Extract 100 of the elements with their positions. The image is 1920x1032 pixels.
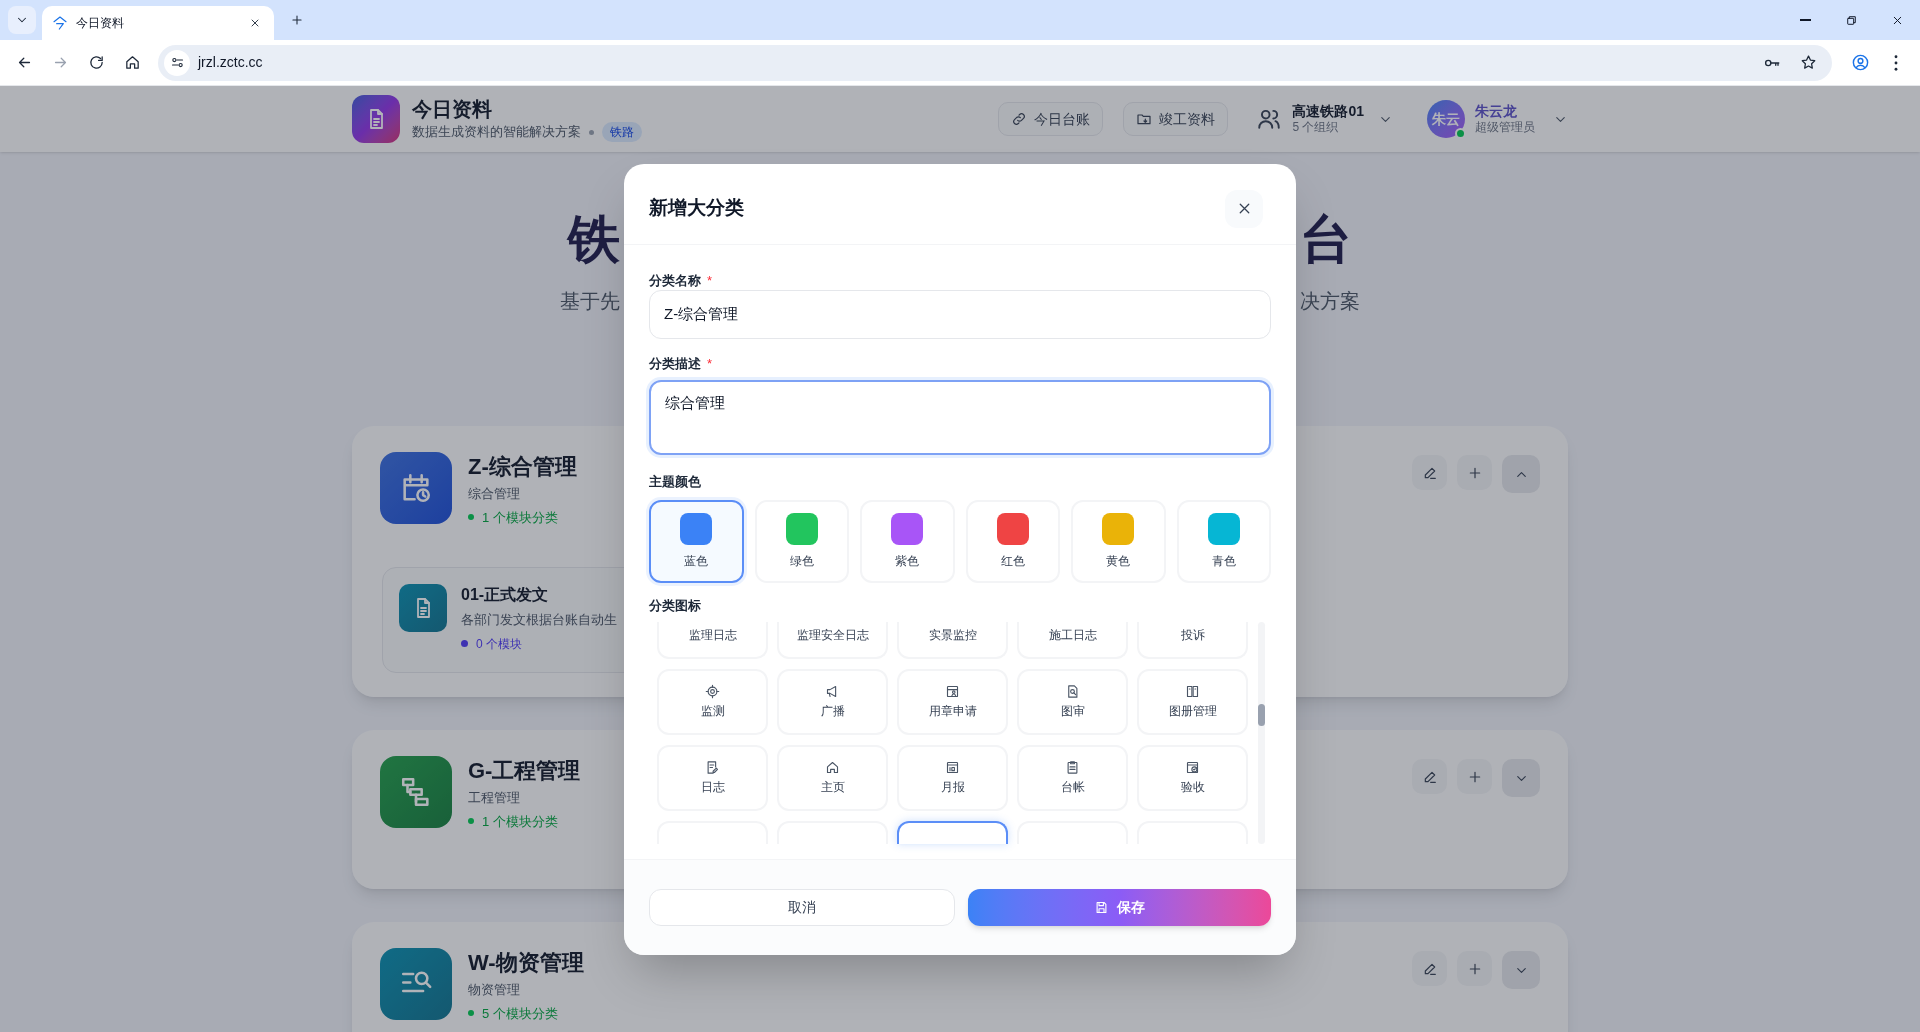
subcategory-description: 各部门发文根据台账自动生: [461, 611, 617, 629]
expand-toggle-button[interactable]: [1502, 455, 1540, 493]
folder-icon: [1136, 111, 1153, 127]
cancel-button[interactable]: 取消: [649, 888, 955, 926]
hero-title: 台: [1300, 210, 1352, 268]
minimize-icon: [1799, 19, 1811, 21]
address-bar[interactable]: jrzl.zctc.cc: [158, 44, 1832, 81]
color-option[interactable]: 蓝色: [649, 499, 744, 583]
document-search-icon: [1065, 683, 1080, 699]
dialog-title: 新增大分类: [649, 196, 745, 221]
field-label: 分类描述: [649, 354, 701, 373]
module-count: 0 个模块: [476, 635, 522, 653]
icon-option[interactable]: 主页: [777, 744, 888, 811]
subcategory-title: 01-正式发文: [461, 585, 550, 605]
app-name: 今日资料: [412, 97, 493, 122]
add-button[interactable]: [1457, 455, 1492, 490]
star-icon: [1799, 54, 1817, 71]
icon-option[interactable]: [897, 820, 1008, 844]
save-icon: [1093, 899, 1109, 915]
category-title: Z-综合管理: [468, 453, 577, 481]
home-icon: [123, 54, 141, 71]
home-icon: [825, 759, 840, 775]
browser-tab[interactable]: 今日资料: [42, 6, 274, 40]
field-label: 分类图标: [649, 596, 701, 615]
required-mark: *: [707, 354, 713, 373]
close-icon: [249, 17, 261, 29]
required-mark: *: [707, 271, 713, 290]
nav-button[interactable]: 竣工资料: [1123, 102, 1229, 136]
name-field[interactable]: Z-综合管理: [649, 289, 1271, 339]
document-edit-icon: [705, 759, 720, 775]
site-settings-button[interactable]: [164, 49, 190, 76]
category-title: W-物资管理: [468, 949, 584, 977]
nav-button[interactable]: 今日台账: [998, 102, 1104, 136]
category-description: 物资管理: [468, 981, 521, 999]
icon-option[interactable]: 投诉: [1137, 621, 1248, 659]
user-role: 超级管理员: [1475, 119, 1535, 135]
tab-title: 今日资料: [76, 15, 125, 32]
module-count: 1 个模块分类: [482, 812, 558, 831]
stamp-document-icon: [945, 683, 960, 699]
book-icon: [1185, 683, 1200, 699]
industry-tag: 铁路: [602, 122, 642, 142]
document-check-icon: [1185, 759, 1200, 775]
sliders-icon: [169, 55, 185, 70]
field-label: 主题颜色: [649, 472, 701, 491]
icon-option[interactable]: 月报: [897, 744, 1008, 811]
icon-option[interactable]: 图册管理: [1137, 668, 1248, 735]
hero-title: 铁: [568, 210, 620, 268]
icon-option[interactable]: 日志: [657, 744, 768, 811]
user-menu[interactable]: 朱云 朱云龙 超级管理员: [1427, 100, 1568, 138]
app-tagline: 数据生成资料的智能解决方案: [412, 123, 581, 142]
scrollbar[interactable]: [1258, 621, 1265, 844]
organization-count: 5 个组织: [1292, 119, 1340, 135]
color-option[interactable]: 绿色: [754, 499, 849, 583]
icon-option[interactable]: 监测: [657, 668, 768, 735]
color-option[interactable]: 青色: [1176, 499, 1271, 583]
calendar-icon: [945, 759, 960, 775]
url-text: jrzl.zctc.cc: [198, 53, 264, 72]
description-field[interactable]: 综合管理: [649, 379, 1271, 455]
icon-option[interactable]: 施工日志: [1017, 621, 1128, 659]
close-button[interactable]: [1225, 189, 1263, 228]
add-button[interactable]: [1457, 759, 1492, 794]
restore-icon: [1844, 13, 1858, 27]
field-label: 分类名称: [649, 271, 701, 290]
expand-toggle-button[interactable]: [1502, 951, 1540, 989]
organization-name: 高速铁路01: [1292, 103, 1364, 119]
edit-button[interactable]: [1412, 759, 1447, 794]
module-count: 1 个模块分类: [482, 508, 558, 527]
hero-subtitle: 决方案: [1300, 290, 1360, 312]
icon-option[interactable]: 验收: [1137, 744, 1248, 811]
add-button[interactable]: [1457, 951, 1492, 986]
icon-option[interactable]: 广播: [777, 668, 888, 735]
user-name: 朱云龙: [1475, 103, 1518, 119]
category-description: 工程管理: [468, 789, 521, 807]
reload-icon: [87, 54, 105, 71]
category-title: G-工程管理: [468, 757, 581, 785]
save-button[interactable]: 保存: [967, 888, 1271, 926]
hero-subtitle: 基于先: [560, 290, 620, 312]
module-count: 5 个模块分类: [482, 1004, 558, 1023]
clipboard-icon: [1065, 759, 1080, 775]
edit-button[interactable]: [1412, 951, 1447, 986]
color-option[interactable]: 红色: [965, 499, 1060, 583]
link-icon: [1011, 111, 1028, 127]
profile-icon: [1850, 53, 1870, 72]
user-avatar: 朱云: [1427, 100, 1465, 138]
edit-button[interactable]: [1412, 455, 1447, 490]
color-option[interactable]: 紫色: [860, 499, 955, 583]
icon-option[interactable]: 监理安全日志: [777, 621, 888, 659]
icon-option[interactable]: 监理日志: [657, 621, 768, 659]
category-description: 综合管理: [468, 485, 521, 503]
icon-option[interactable]: 台帐: [1017, 744, 1128, 811]
site-logo-icon: [52, 15, 68, 31]
color-option[interactable]: 黄色: [1071, 499, 1166, 583]
more-icon: [1894, 54, 1898, 71]
organization-switcher[interactable]: 高速铁路01 5 个组织: [1256, 103, 1393, 135]
icon-option[interactable]: 用章申请: [897, 668, 1008, 735]
expand-toggle-button[interactable]: [1502, 759, 1540, 797]
icon-option[interactable]: 实景监控: [897, 621, 1008, 659]
target-icon: [705, 683, 720, 699]
plus-icon: [290, 13, 304, 27]
icon-option[interactable]: 图审: [1017, 668, 1128, 735]
